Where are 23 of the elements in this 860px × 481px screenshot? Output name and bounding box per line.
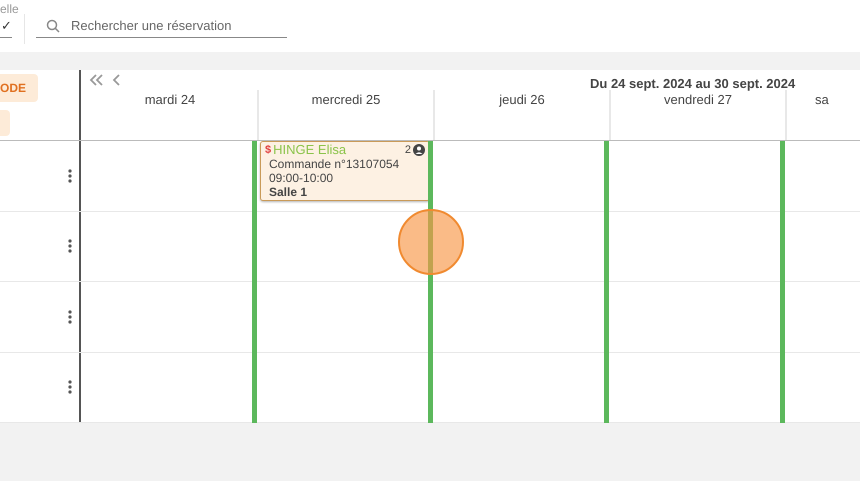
- more-options-icon[interactable]: [68, 168, 72, 183]
- booking-time: 09:00-10:00: [269, 171, 334, 185]
- filter-label: elle: [0, 2, 19, 16]
- day-header: mardi 24: [144, 92, 196, 107]
- client-name: HINGE Elisa: [273, 143, 348, 157]
- day-header: jeudi 26: [499, 92, 545, 107]
- person-icon: [413, 144, 425, 156]
- booking-card[interactable]: $HINGE Elisa 2 Commande n°13107054 09:00-10:00 Salle 1: [260, 141, 430, 201]
- more-options-icon[interactable]: [68, 380, 72, 394]
- day-header: vendredi 27: [664, 92, 732, 107]
- room-name: Salle 1: [269, 185, 308, 199]
- double-chevron-left-icon[interactable]: [89, 73, 105, 87]
- search-field[interactable]: Rechercher une réservation: [36, 14, 287, 38]
- date-range-title: Du 24 sept. 2024 au 30 sept. 2024: [590, 76, 796, 91]
- filter-select[interactable]: ✓: [0, 18, 12, 38]
- order-number: Commande n°13107054: [269, 157, 400, 171]
- guest-count: 2: [404, 143, 411, 157]
- more-options-icon[interactable]: [68, 239, 72, 254]
- day-header: mercredi 25: [312, 92, 380, 107]
- search-icon: [46, 19, 60, 33]
- day-header: sa: [815, 92, 829, 107]
- more-options-icon[interactable]: [68, 310, 72, 324]
- price-mark: $: [265, 143, 272, 157]
